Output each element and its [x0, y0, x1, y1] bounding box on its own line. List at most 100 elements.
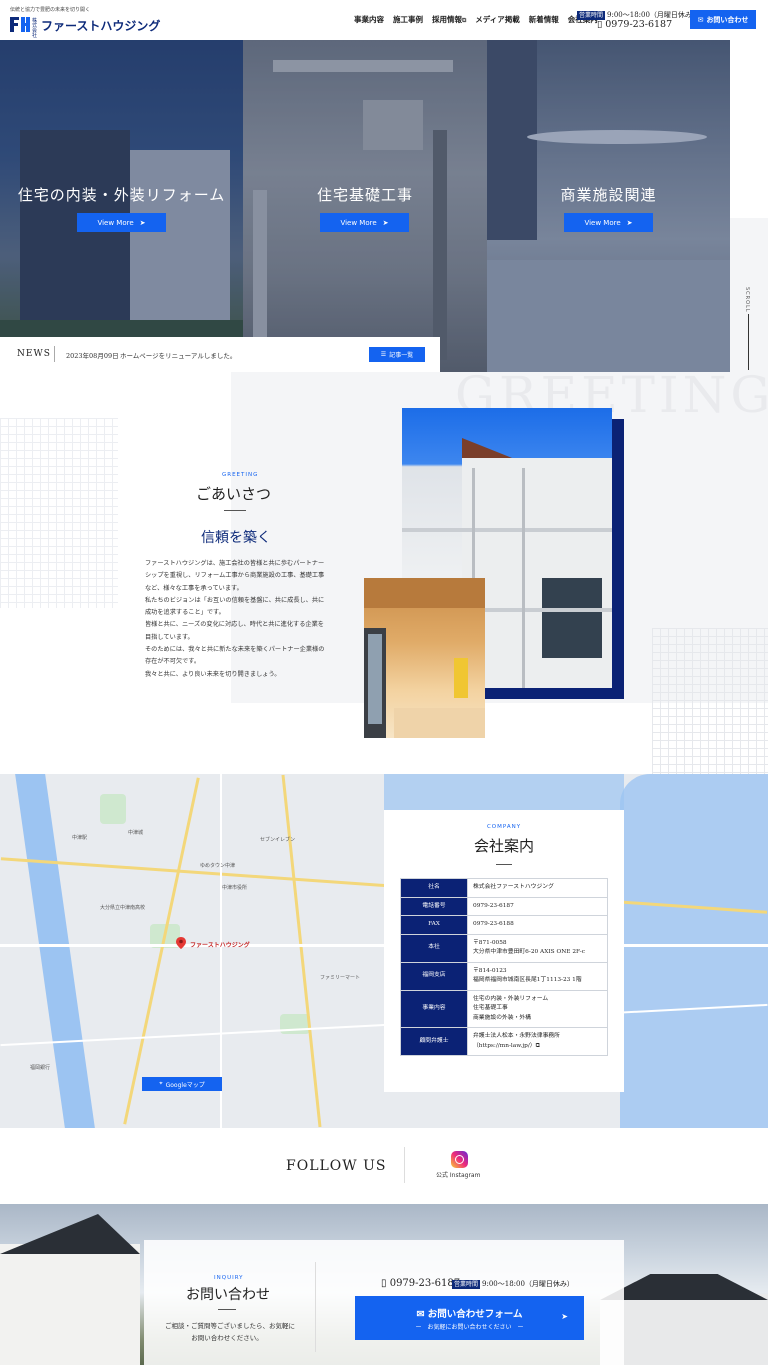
hours-text: 9:00～18:00（月曜日休み）	[482, 1280, 574, 1288]
row-label: 顧問弁護士	[400, 1027, 468, 1056]
view-more-button[interactable]: View More ➤	[77, 213, 166, 232]
news-label: NEWS	[17, 349, 51, 359]
greeting-line: 私たちのビジョンは「お互いの信頼を基盤に、共に成長し、共に	[145, 596, 325, 604]
row-value-line: 0979-23-6187	[473, 902, 514, 909]
row-value-line: 0979-23-6188	[473, 921, 514, 927]
hero-panel-commercial[interactable]: 商業施設関連 View More ➤	[487, 40, 730, 372]
inquiry-hours: 営業時間 9:00～18:00（月曜日休み）	[452, 1279, 574, 1289]
news-headline[interactable]: ホームページをリニューアルしました。	[120, 350, 236, 360]
inquiry-line: お問い合わせください。	[191, 1334, 263, 1342]
map-place: ファミリーマート	[320, 975, 361, 981]
news-bar: NEWS 2023年08月09日 ホームページをリニューアルしました。 ☰ 記事…	[0, 337, 440, 372]
inquiry-divider	[315, 1262, 316, 1352]
company-rule	[496, 864, 512, 865]
map-place: セブンイレブン	[260, 837, 296, 843]
hero-panel-title: 商業施設関連	[560, 186, 657, 204]
table-row: 社名 株式会社ファーストハウジング	[400, 878, 608, 898]
instagram-label[interactable]: 公式 Instagram	[436, 1170, 480, 1179]
phone-number: 0979-23-6187	[605, 19, 673, 30]
view-more-button[interactable]: View More ➤	[320, 213, 409, 232]
inquiry-form-label: ✉ お問い合わせフォーム	[355, 1306, 584, 1320]
decor-grid-right	[652, 628, 768, 774]
inquiry-form-button[interactable]: ✉ お問い合わせフォーム ー お気軽にお問い合わせください ー ➤	[355, 1296, 584, 1340]
row-value: 住宅の内装・外装リフォーム 住宅基礎工事 商業施設の外装・外構	[467, 989, 608, 1028]
table-row: FAX 0979-23-6188	[400, 915, 608, 935]
decor-grid-left	[0, 418, 118, 608]
contact-label: お問い合わせ	[706, 15, 749, 24]
row-value-line: 大分県中津市豊田町6-20 AXIS ONE 2F-c	[473, 949, 586, 955]
news-list-button[interactable]: ☰ 記事一覧	[369, 347, 425, 362]
table-row: 福岡支店 〒814-0123 福岡県福岡市城南区長尾1丁1113-23 1階	[400, 961, 608, 991]
lawyer-link[interactable]: （https://mn-law.jp/）⧉	[473, 1042, 602, 1052]
greeting-line: 存在が不可欠です。	[145, 658, 201, 666]
row-value: 弁護士法人松本・永野法律事務所 （https://mn-law.jp/）⧉	[467, 1027, 608, 1056]
row-value: 〒871-0058 大分県中津市豊田町6-20 AXIS ONE 2F-c	[467, 933, 608, 963]
header-phone[interactable]: ▯ 0979-23-6187	[597, 19, 672, 30]
hero-panel-reform[interactable]: 住宅の内装・外装リフォーム View More ➤	[0, 40, 243, 372]
news-date: 2023年08月09日	[66, 352, 119, 360]
row-value-line: 住宅基礎工事	[473, 1005, 508, 1011]
nav-recruit[interactable]: 採用情報⧉	[432, 14, 466, 25]
scroll-label: SCROLL	[744, 287, 750, 313]
mail-icon: ✉	[416, 1309, 428, 1320]
follow-title: FOLLOW US	[286, 1158, 387, 1174]
logo-tagline: 伝統と協力で豊肥の未来を切り開く	[10, 7, 91, 13]
google-map-button[interactable]: ⌖ Googleマップ	[142, 1077, 222, 1091]
map-pin-icon[interactable]	[176, 937, 186, 949]
greeting-line: 成功を追求すること」です。	[145, 609, 225, 617]
row-value: 0979-23-6187	[467, 896, 608, 916]
map-place: 大分県立中津南高校	[100, 905, 146, 911]
nav-business[interactable]: 事業内容	[354, 14, 384, 25]
view-more-button[interactable]: View More ➤	[564, 213, 653, 232]
arrow-right-icon: ➤	[626, 218, 633, 227]
inquiry-form-subtext: ー お気軽にお問い合わせください ー	[415, 1324, 524, 1331]
inquiry-line: ご相談・ご質問等ございましたら、お気軽に	[165, 1322, 295, 1330]
inquiry-subtitle: INQUIRY	[214, 1275, 244, 1281]
hero-panel-foundation[interactable]: 住宅基礎工事 View More ➤	[243, 40, 487, 372]
greeting-lead: 信頼を築く	[201, 530, 271, 546]
row-value-line: 〒814-0123	[473, 967, 507, 974]
map-pin-label: ファーストハウジング	[190, 942, 250, 949]
main-nav: 事業内容 施工事例 採用情報⧉ メディア掲載 新着情報 会社案内	[354, 14, 598, 25]
greeting-subtitle: GREETING	[222, 472, 259, 478]
inquiry-title: お問い合わせ	[186, 1287, 270, 1303]
table-row: 電話番号 0979-23-6187	[400, 896, 608, 916]
scroll-line	[748, 314, 749, 370]
site-header: 伝統と協力で豊肥の未来を切り開く 株式会社 ファーストハウジング 事業内容 施工…	[0, 0, 768, 40]
row-value-line: 〒871-0058	[473, 939, 507, 946]
greeting-line: 皆様と共に、ニーズの変化に対応し、時代と共に進化する企業を	[145, 621, 324, 629]
google-map-label: Googleマップ	[165, 1081, 205, 1089]
row-label: 福岡支店	[400, 961, 468, 991]
inquiry-form-text: お問い合わせフォーム	[427, 1309, 523, 1320]
instagram-icon[interactable]	[451, 1151, 468, 1168]
news-list-label: 記事一覧	[389, 352, 414, 359]
external-link-icon: ⧉	[462, 17, 467, 24]
row-value-line: 弁護士法人松本・永野法律事務所	[473, 1033, 560, 1039]
row-value: 0979-23-6188	[467, 915, 608, 935]
greeting-line: 目指しています。	[145, 633, 194, 641]
arrow-right-icon: ➤	[139, 218, 146, 227]
row-label: 事業内容	[400, 989, 468, 1028]
inquiry-phone[interactable]: ▯ 0979-23-6187	[381, 1278, 460, 1289]
greeting-line: シップを重視し、リフォーム工事から商業施設の工事、基礎工事	[145, 572, 325, 580]
nav-works[interactable]: 施工事例	[393, 14, 423, 25]
greeting-line: そのためには、我々と共に新たな未来を築くパートナー企業様の	[145, 646, 325, 654]
row-value-line: 福岡県福岡市城南区長尾1丁1113-23 1階	[473, 977, 582, 983]
nav-media[interactable]: メディア掲載	[475, 14, 519, 25]
phone-icon: ▯	[381, 1278, 387, 1289]
site-logo[interactable]: 伝統と協力で豊肥の未来を切り開く 株式会社 ファーストハウジング	[10, 6, 160, 39]
map-place: 中津市役所	[222, 885, 248, 891]
map-place: 中津駅	[72, 835, 88, 841]
hours-badge: 営業時間	[452, 1280, 481, 1289]
company-card: COMPANY 会社案内 社名 株式会社ファーストハウジング 電話番号 0979…	[384, 810, 624, 1092]
hero-panel-title: 住宅基礎工事	[316, 186, 413, 204]
inquiry-phone-number: 0979-23-6187	[389, 1278, 461, 1289]
logo-mark-icon	[10, 17, 30, 32]
map-place: ゆめタウン中津	[200, 863, 236, 869]
map-place: 福岡銀行	[30, 1065, 51, 1071]
external-link-icon: ⧉	[535, 1042, 540, 1049]
header-contact-button[interactable]: ✉ お問い合わせ	[690, 10, 756, 29]
row-value-line: 商業施設の外装・外構	[473, 1014, 531, 1021]
follow-divider	[404, 1147, 405, 1183]
nav-news[interactable]: 新着情報	[529, 14, 559, 25]
